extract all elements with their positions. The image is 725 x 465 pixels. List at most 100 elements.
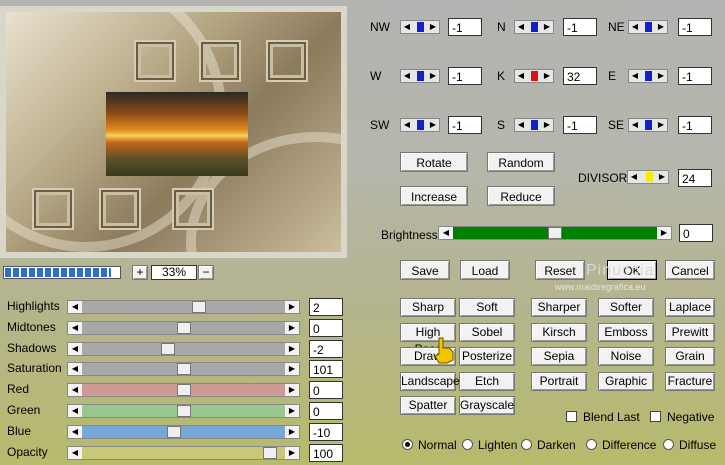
highlights-thumb[interactable]: [192, 301, 206, 313]
stepper-thumb[interactable]: [531, 120, 538, 130]
direction-value-k[interactable]: 32: [563, 67, 597, 85]
preset-noise-button[interactable]: Noise: [598, 347, 654, 366]
arrow-left-icon[interactable]: ◀: [68, 301, 82, 313]
red-thumb[interactable]: [177, 384, 191, 397]
direction-stepper-e[interactable]: ◀ ▶: [628, 69, 668, 83]
saturation-thumb[interactable]: [177, 363, 191, 376]
arrow-left-icon[interactable]: ◀: [515, 70, 527, 82]
direction-value-sw[interactable]: -1: [448, 116, 482, 134]
preset-sobel-button[interactable]: Sobel: [459, 322, 515, 342]
arrow-left-icon[interactable]: ◀: [68, 425, 82, 438]
direction-value-se[interactable]: -1: [678, 116, 712, 134]
arrow-right-icon[interactable]: ▶: [427, 21, 439, 33]
preset-grayscale-button[interactable]: Grayscale: [459, 396, 515, 415]
green-slider[interactable]: ◀ ▶: [67, 404, 300, 418]
arrow-left-icon[interactable]: ◀: [401, 119, 413, 131]
green-thumb[interactable]: [177, 405, 191, 417]
arrow-right-icon[interactable]: ▶: [285, 425, 299, 438]
increase-button[interactable]: Increase: [400, 186, 468, 206]
direction-value-ne[interactable]: -1: [678, 18, 712, 36]
arrow-left-icon[interactable]: ◀: [515, 21, 527, 33]
reset-button[interactable]: Reset: [535, 260, 585, 280]
midtones-value[interactable]: 0: [309, 318, 343, 337]
midtones-thumb[interactable]: [177, 321, 191, 334]
arrow-left-icon[interactable]: ◀: [68, 342, 82, 355]
arrow-right-icon[interactable]: ▶: [285, 321, 299, 334]
arrow-left-icon[interactable]: ◀: [629, 70, 641, 82]
zoom-out-button[interactable]: −: [198, 265, 214, 280]
direction-stepper-w[interactable]: ◀ ▶: [400, 69, 440, 83]
preset-laplace-button[interactable]: Laplace: [665, 298, 715, 317]
stepper-thumb[interactable]: [645, 71, 652, 81]
preset-spatter-button[interactable]: Spatter: [400, 396, 456, 415]
arrow-right-icon[interactable]: ▶: [655, 119, 667, 131]
cancel-button[interactable]: Cancel: [665, 260, 715, 280]
preset-sepia-button[interactable]: Sepia: [531, 347, 587, 366]
preset-landscape-button[interactable]: Landscape: [400, 371, 460, 391]
arrow-right-icon[interactable]: ▶: [541, 21, 553, 33]
mode-normal-radio[interactable]: [402, 439, 413, 450]
stepper-thumb[interactable]: [645, 120, 652, 130]
opacity-thumb[interactable]: [263, 446, 277, 459]
shadows-slider[interactable]: ◀ ▶: [67, 341, 300, 356]
blue-thumb[interactable]: [167, 425, 181, 438]
preset-prewitt-button[interactable]: Prewitt: [665, 322, 715, 342]
arrow-left-icon[interactable]: ◀: [629, 119, 641, 131]
direction-stepper-k[interactable]: ◀ ▶: [514, 69, 554, 83]
arrow-right-icon[interactable]: ▶: [285, 342, 299, 355]
direction-stepper-n[interactable]: ◀ ▶: [514, 20, 554, 34]
arrow-right-icon[interactable]: ▶: [541, 70, 553, 82]
direction-value-nw[interactable]: -1: [448, 18, 482, 36]
blue-value[interactable]: -10: [309, 422, 343, 441]
saturation-slider[interactable]: ◀ ▶: [67, 362, 300, 377]
stepper-thumb[interactable]: [417, 22, 424, 32]
arrow-left-icon[interactable]: ◀: [68, 405, 82, 417]
arrow-right-icon[interactable]: ▶: [427, 119, 439, 131]
preset-softer-button[interactable]: Softer: [598, 298, 654, 317]
direction-stepper-nw[interactable]: ◀ ▶: [400, 20, 440, 34]
arrow-right-icon[interactable]: ▶: [656, 171, 668, 183]
preset-etch-button[interactable]: Etch: [459, 371, 515, 391]
arrow-left-icon[interactable]: ◀: [68, 384, 82, 397]
arrow-right-icon[interactable]: ▶: [427, 70, 439, 82]
red-slider[interactable]: ◀ ▶: [67, 383, 300, 398]
arrow-left-icon[interactable]: ◀: [439, 227, 453, 239]
preset-kirsch-button[interactable]: Kirsch: [531, 322, 587, 342]
mode-diffuse-radio[interactable]: [663, 439, 674, 450]
preset-graphic-button[interactable]: Graphic: [598, 371, 654, 391]
red-value[interactable]: 0: [309, 381, 343, 400]
divisor-thumb[interactable]: [646, 172, 653, 182]
shadows-thumb[interactable]: [161, 342, 175, 355]
blend-last-checkbox[interactable]: [566, 411, 577, 422]
arrow-left-icon[interactable]: ◀: [68, 363, 82, 376]
brightness-slider[interactable]: ◀ ▶: [438, 226, 672, 240]
green-value[interactable]: 0: [309, 402, 343, 420]
arrow-right-icon[interactable]: ▶: [285, 384, 299, 397]
shadows-value[interactable]: -2: [309, 339, 343, 358]
direction-value-n[interactable]: -1: [563, 18, 597, 36]
opacity-value[interactable]: 100: [309, 443, 343, 462]
arrow-right-icon[interactable]: ▶: [541, 119, 553, 131]
direction-value-s[interactable]: -1: [563, 116, 597, 134]
midtones-slider[interactable]: ◀ ▶: [67, 320, 300, 335]
save-button[interactable]: Save: [400, 260, 450, 280]
divisor-stepper[interactable]: ◀ ▶: [627, 170, 669, 184]
preset-soft-button[interactable]: Soft: [459, 298, 515, 317]
blue-slider[interactable]: ◀ ▶: [67, 424, 300, 439]
preset-grain-button[interactable]: Grain: [665, 347, 715, 366]
preset-portrait-button[interactable]: Portrait: [531, 371, 587, 391]
arrow-right-icon[interactable]: ▶: [285, 301, 299, 313]
negative-checkbox[interactable]: [650, 411, 661, 422]
random-button[interactable]: Random: [487, 152, 555, 172]
load-button[interactable]: Load: [460, 260, 510, 280]
preset-emboss-button[interactable]: Emboss: [598, 322, 654, 342]
arrow-left-icon[interactable]: ◀: [629, 21, 641, 33]
mode-darken-radio[interactable]: [521, 439, 532, 450]
arrow-left-icon[interactable]: ◀: [401, 21, 413, 33]
arrow-left-icon[interactable]: ◀: [401, 70, 413, 82]
direction-value-e[interactable]: -1: [678, 67, 712, 85]
preset-sharper-button[interactable]: Sharper: [531, 298, 587, 317]
direction-stepper-sw[interactable]: ◀ ▶: [400, 118, 440, 132]
mode-difference-radio[interactable]: [586, 439, 597, 450]
arrow-right-icon[interactable]: ▶: [655, 21, 667, 33]
